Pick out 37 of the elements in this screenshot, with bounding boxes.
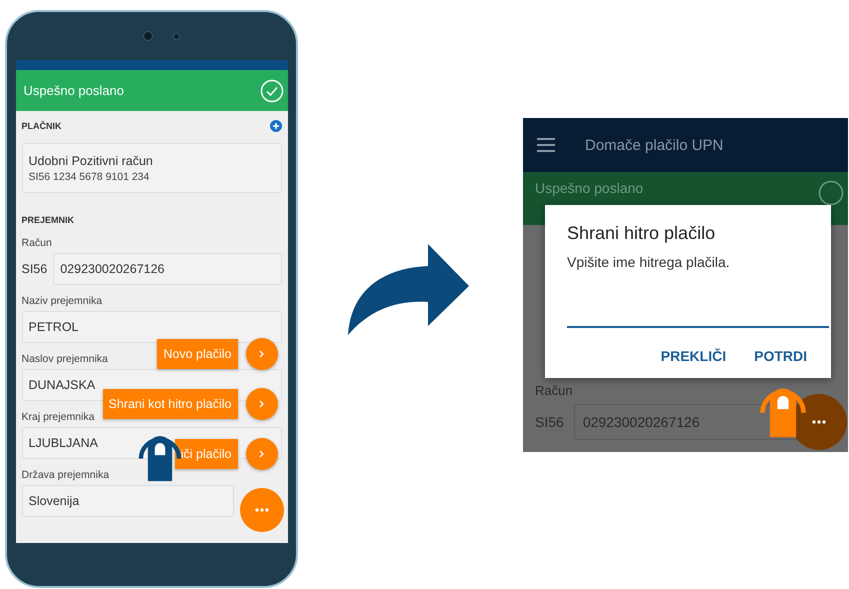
- more-icon: [812, 420, 826, 424]
- section-heading: PREJEMNIK: [22, 215, 74, 225]
- more-button[interactable]: [240, 488, 284, 532]
- banner-text: Uspešno poslano: [24, 83, 124, 98]
- chevron-button[interactable]: [246, 388, 278, 420]
- chevron-right-icon: [258, 350, 264, 358]
- banner-text: Uspešno poslano: [535, 180, 644, 196]
- field-label: Račun: [22, 237, 52, 249]
- section-heading: PLAČNIK: [22, 121, 62, 131]
- account-field[interactable]: 029230020267126: [53, 253, 282, 285]
- field-label: Kraj prejemnika: [22, 411, 94, 423]
- field-label: Naslov prejemnika: [22, 353, 108, 365]
- field-label: Naziv prejemnika: [22, 295, 102, 307]
- dialog-message: Vpišite ime hitrega plačila.: [567, 254, 731, 270]
- dialog-button[interactable]: POTRDI: [752, 346, 809, 366]
- menu-icon[interactable]: [537, 138, 555, 152]
- dialog-title: Shrani hitro plačilo: [567, 223, 716, 244]
- input-field[interactable]: Slovenija: [22, 485, 234, 517]
- chevron-right-icon: [258, 450, 264, 458]
- check-circle-icon: [260, 78, 284, 102]
- account-name: Udobni Pozitivni račun: [28, 154, 154, 168]
- account-iban: SI56 1234 5678 9101 234: [28, 170, 150, 182]
- app-title: Domače plačilo UPN: [585, 136, 724, 154]
- more-icon: [254, 508, 268, 512]
- dialog-button[interactable]: PREKLIČI: [658, 346, 728, 366]
- check-circle-icon: [818, 180, 844, 206]
- account-card[interactable]: Udobni Pozitivni račun SI56 1234 5678 9101 234: [22, 143, 282, 193]
- add-icon[interactable]: [270, 120, 282, 132]
- chevron-button[interactable]: [246, 338, 278, 370]
- camera-lens-icon: [143, 31, 153, 41]
- sensor-icon: [173, 32, 180, 40]
- field-label: Račun: [535, 383, 574, 398]
- account-prefix: SI56: [535, 414, 564, 430]
- field-label: Država prejemnika: [22, 469, 110, 481]
- input-field[interactable]: PETROL: [22, 311, 282, 343]
- account-prefix: SI56: [22, 262, 48, 276]
- chevron-right-icon: [258, 400, 264, 408]
